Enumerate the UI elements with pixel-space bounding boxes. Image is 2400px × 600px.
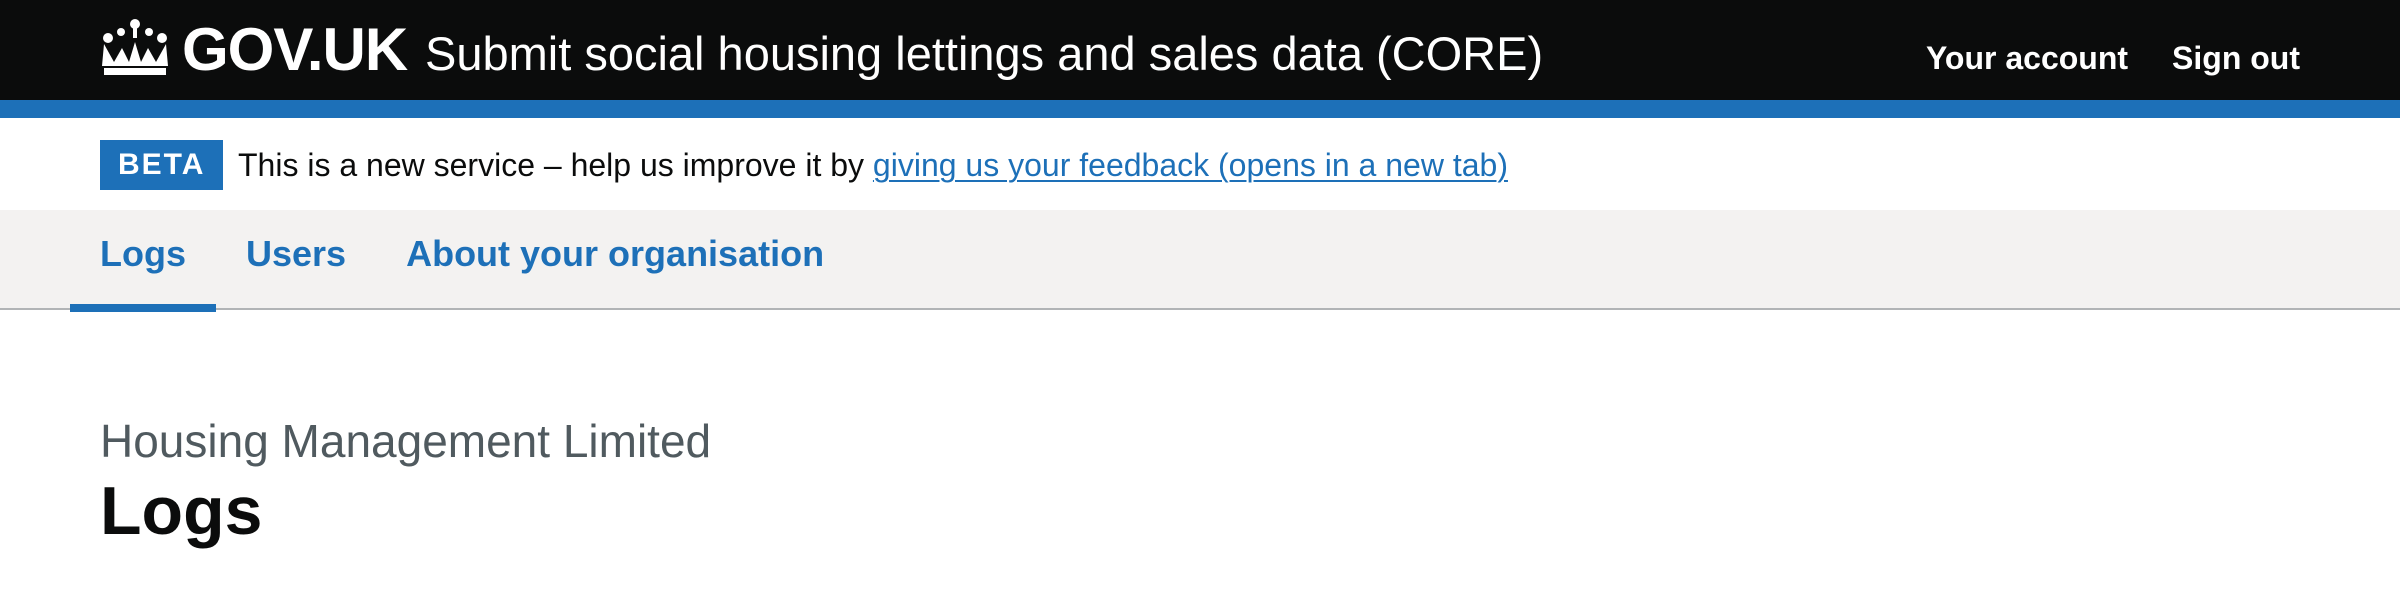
nav-item-logs[interactable]: Logs: [70, 210, 216, 312]
header-blue-bar: [0, 100, 2400, 118]
primary-navigation: Logs Users About your organisation: [0, 210, 2400, 312]
page-title: Logs: [100, 473, 263, 549]
beta-tag: BETA: [100, 140, 224, 190]
phase-banner-message: This is a new service – help us improve …: [238, 147, 873, 183]
phase-banner-text: This is a new service – help us improve …: [238, 143, 1508, 187]
account-navigation: Your account Sign out: [1926, 38, 2300, 78]
nav-link-about-organisation[interactable]: About your organisation: [406, 233, 824, 274]
sign-out-link[interactable]: Sign out: [2172, 38, 2300, 78]
phase-banner: BETA This is a new service – help us imp…: [0, 118, 2400, 210]
service-name[interactable]: Submit social housing lettings and sales…: [425, 24, 1543, 84]
nav-item-about-organisation[interactable]: About your organisation: [376, 210, 854, 310]
nav-item-users[interactable]: Users: [216, 210, 376, 310]
organisation-caption: Housing Management Limited: [100, 415, 712, 467]
nav-link-users[interactable]: Users: [246, 233, 346, 274]
site-header: GOV.UK Submit social housing lettings an…: [0, 0, 2400, 100]
crown-icon: [102, 19, 168, 75]
nav-link-logs[interactable]: Logs: [100, 233, 186, 274]
feedback-link[interactable]: giving us your feedback (opens in a new …: [873, 147, 1508, 183]
your-account-link[interactable]: Your account: [1926, 38, 2128, 78]
govuk-logotype[interactable]: GOV.UK: [182, 14, 408, 86]
